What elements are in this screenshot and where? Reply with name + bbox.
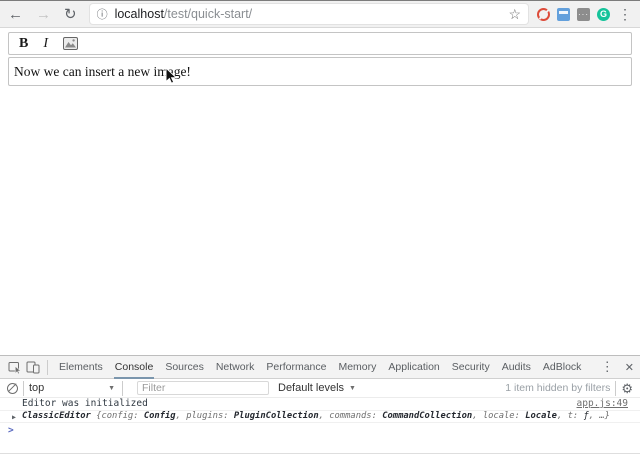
tab-security[interactable]: Security bbox=[446, 356, 496, 379]
tab-audits[interactable]: Audits bbox=[496, 356, 537, 379]
tab-performance[interactable]: Performance bbox=[260, 356, 332, 379]
url-host: localhost bbox=[115, 7, 164, 21]
tab-network[interactable]: Network bbox=[210, 356, 261, 379]
console-preview-token: , …} bbox=[589, 411, 610, 421]
console-preview-token: ClassicEditor bbox=[22, 411, 96, 421]
insert-image-button[interactable] bbox=[60, 35, 81, 53]
extension-gray-icon[interactable]: ··· bbox=[577, 8, 590, 21]
console-toolbar-separator bbox=[122, 381, 123, 396]
tab-application[interactable]: Application bbox=[382, 356, 445, 379]
bold-button[interactable]: B bbox=[16, 35, 31, 53]
italic-button[interactable]: I bbox=[40, 35, 51, 53]
hidden-items-note: 1 item hidden by filters bbox=[505, 382, 610, 394]
mouse-cursor-icon bbox=[165, 67, 177, 84]
url-text: localhost/test/quick-start/ bbox=[115, 7, 253, 21]
console-preview-token: , bbox=[176, 411, 187, 421]
extensions-area: ··· G bbox=[537, 8, 610, 21]
log-levels-selector[interactable]: Default levels ▼ bbox=[278, 382, 356, 394]
devtools-more-icon[interactable]: ⋮ bbox=[601, 359, 614, 375]
devtools-panel: Elements Console Sources Network Perform… bbox=[0, 355, 640, 454]
console-preview-token: CommandCollection bbox=[382, 411, 472, 421]
image-icon bbox=[63, 37, 78, 50]
forward-icon[interactable]: → bbox=[36, 7, 51, 22]
console-preview-token: t: bbox=[568, 411, 584, 421]
console-preview-token: , bbox=[472, 411, 483, 421]
console-preview-token: locale: bbox=[483, 411, 525, 421]
tab-sources[interactable]: Sources bbox=[159, 356, 210, 379]
browser-window: ← → ↻ ⓘ localhost/test/quick-start/ ☆ ··… bbox=[0, 0, 640, 454]
back-icon[interactable]: ← bbox=[8, 7, 23, 22]
tab-elements[interactable]: Elements bbox=[53, 356, 109, 379]
bookmark-star-icon[interactable]: ☆ bbox=[508, 7, 521, 21]
tab-console[interactable]: Console bbox=[109, 356, 160, 379]
devtools-window-controls: ⋮ ✕ bbox=[601, 359, 634, 375]
console-settings-gear-icon[interactable]: ⚙ bbox=[621, 382, 633, 395]
console-preview-token: plugins: bbox=[186, 411, 234, 421]
console-message-row: Editor was initialized app.js:49 bbox=[0, 398, 640, 411]
console-preview-token: config: bbox=[101, 411, 143, 421]
clear-console-icon[interactable] bbox=[7, 383, 18, 394]
console-preview-token: Locale bbox=[525, 411, 557, 421]
console-preview-token: , bbox=[319, 411, 330, 421]
devtools-tabbar: Elements Console Sources Network Perform… bbox=[0, 356, 640, 379]
editor-toolbar: B I bbox=[8, 32, 632, 55]
console-toolbar-separator bbox=[23, 381, 24, 396]
console-toolbar: top ▼ Default levels ▼ 1 item hidden by … bbox=[0, 379, 640, 398]
browser-menu-icon[interactable]: ⋮ bbox=[618, 6, 632, 23]
address-bar[interactable]: ⓘ localhost/test/quick-start/ ☆ bbox=[90, 4, 528, 24]
window-top-edge bbox=[0, 0, 640, 1]
console-object-row: ▶ ClassicEditor {config: Config, plugins… bbox=[0, 411, 640, 423]
chevron-down-icon: ▼ bbox=[108, 385, 115, 392]
expand-triangle-icon[interactable]: ▶ bbox=[12, 413, 16, 421]
tabbar-separator bbox=[47, 360, 48, 375]
console-preview-token: , bbox=[557, 411, 568, 421]
extension-red-icon[interactable] bbox=[537, 8, 550, 21]
console-preview-token: commands: bbox=[329, 411, 382, 421]
console-preview-token: Config bbox=[144, 411, 176, 421]
device-toolbar-icon[interactable] bbox=[24, 358, 42, 376]
chevron-down-icon: ▼ bbox=[349, 385, 356, 392]
tab-memory[interactable]: Memory bbox=[332, 356, 382, 379]
page-info-icon[interactable]: ⓘ bbox=[97, 6, 108, 22]
console-filter-input[interactable] bbox=[137, 381, 269, 395]
grammarly-icon[interactable]: G bbox=[597, 8, 610, 21]
browser-toolbar: ← → ↻ ⓘ localhost/test/quick-start/ ☆ ··… bbox=[0, 1, 640, 28]
console-prompt[interactable]: > bbox=[0, 423, 640, 437]
context-label: top bbox=[29, 382, 44, 394]
url-path: /test/quick-start/ bbox=[164, 7, 252, 21]
extension-blue-icon[interactable] bbox=[557, 8, 570, 21]
tab-adblock[interactable]: AdBlock bbox=[537, 356, 588, 379]
console-message-text: Editor was initialized bbox=[22, 398, 148, 409]
console-messages: Editor was initialized app.js:49 ▶ Class… bbox=[0, 398, 640, 437]
inspect-element-icon[interactable] bbox=[6, 358, 24, 376]
console-preview-token: PluginCollection bbox=[234, 411, 319, 421]
console-toolbar-separator bbox=[615, 381, 616, 396]
reload-icon[interactable]: ↻ bbox=[64, 7, 77, 22]
devtools-close-icon[interactable]: ✕ bbox=[625, 361, 634, 374]
object-preview: ClassicEditor {config: Config, plugins: … bbox=[22, 411, 610, 421]
prompt-chevron-icon: > bbox=[8, 425, 14, 436]
levels-label: Default levels bbox=[278, 382, 344, 394]
editor-content[interactable]: Now we can insert a new image! bbox=[8, 57, 632, 86]
source-location-link[interactable]: app.js:49 bbox=[577, 398, 628, 409]
execution-context-selector[interactable]: top ▼ bbox=[29, 382, 117, 394]
